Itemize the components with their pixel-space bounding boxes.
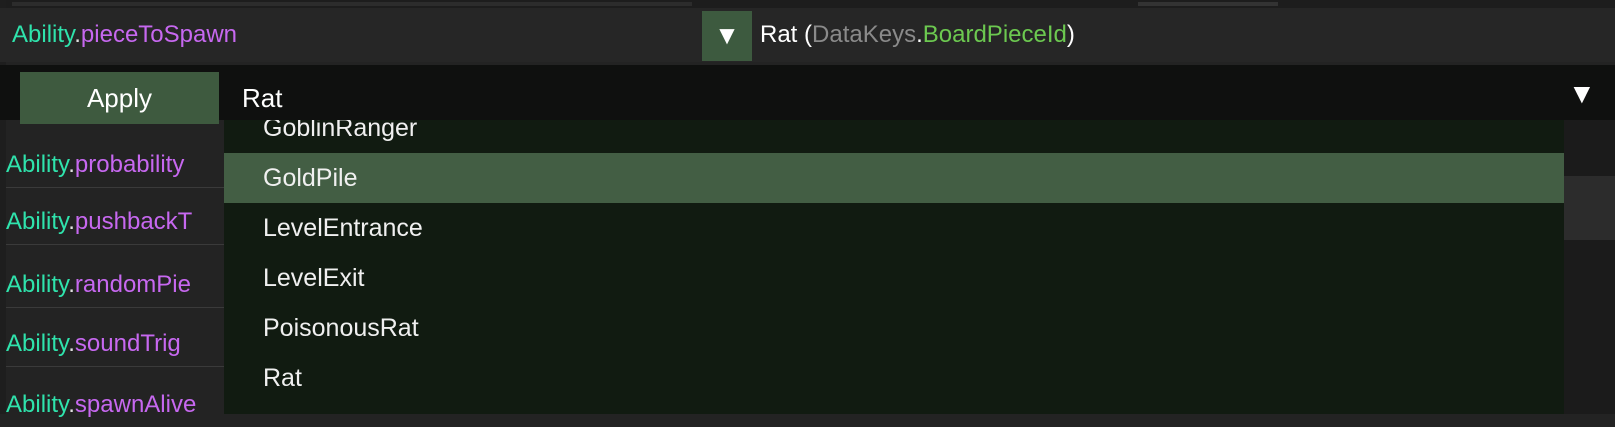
property-row: Ability.pushbackT	[6, 199, 224, 245]
property-name: Ability.pieceToSpawn	[12, 8, 237, 62]
field-name: pieceToSpawn	[80, 21, 238, 48]
scrollbar-thumb[interactable]	[1564, 176, 1615, 240]
field-name: soundTrig	[74, 330, 181, 357]
class-name: Ability	[6, 271, 69, 298]
top-band	[0, 0, 1615, 8]
dropdown-item-level-exit[interactable]: LevelExit	[224, 253, 1564, 303]
field-name: probability	[74, 151, 185, 178]
property-row: Ability.spawnAlive	[6, 382, 224, 427]
dropdown-item-goblin-ranger[interactable]: GoblinRanger	[224, 120, 1564, 153]
dot: .	[68, 330, 75, 357]
class-name: Ability	[6, 330, 69, 357]
dropdown-item-poisonous-rat[interactable]: PoisonousRat	[224, 303, 1564, 353]
class-name: Ability	[6, 208, 69, 235]
value-name: Rat	[760, 21, 798, 48]
class-name: Ability	[6, 151, 69, 178]
paren-open: (	[797, 21, 813, 48]
class-name: Ability	[12, 21, 75, 48]
dropdown-list: GoblinRanger GoldPile LevelEntrance Leve…	[224, 120, 1564, 414]
paren-close: )	[1066, 21, 1075, 48]
dot: .	[74, 21, 81, 48]
dropdown-item-level-entrance[interactable]: LevelEntrance	[224, 203, 1564, 253]
apply-button[interactable]: Apply	[20, 72, 219, 124]
dot: .	[68, 151, 75, 178]
property-row: Ability.probability	[6, 142, 224, 188]
dot: .	[68, 271, 75, 298]
selected-value[interactable]: Rat	[242, 72, 282, 124]
property-row: Ability.randomPie	[6, 262, 224, 308]
value-namespace: DataKeys	[812, 21, 917, 48]
dropdown-item-gold-pile[interactable]: GoldPile	[224, 153, 1564, 203]
chevron-down-icon: ▼	[714, 20, 740, 50]
value-type: BoardPieceId	[922, 21, 1067, 48]
property-row: Ability.soundTrig	[6, 321, 224, 367]
field-name: pushbackT	[74, 208, 193, 235]
field-name: randomPie	[74, 271, 191, 298]
dot: .	[68, 208, 75, 235]
chevron-down-icon[interactable]: ▼	[1568, 78, 1596, 110]
top-scroll-segment	[1138, 2, 1278, 6]
top-divider	[12, 2, 692, 6]
dropdown-item-rat[interactable]: Rat	[224, 353, 1564, 403]
scrollbar-track[interactable]	[1564, 120, 1615, 414]
dropdown-toggle-button[interactable]: ▼	[702, 11, 752, 61]
property-value: Rat (DataKeys.BoardPieceId)	[760, 8, 1075, 62]
value-dot: .	[916, 21, 923, 48]
